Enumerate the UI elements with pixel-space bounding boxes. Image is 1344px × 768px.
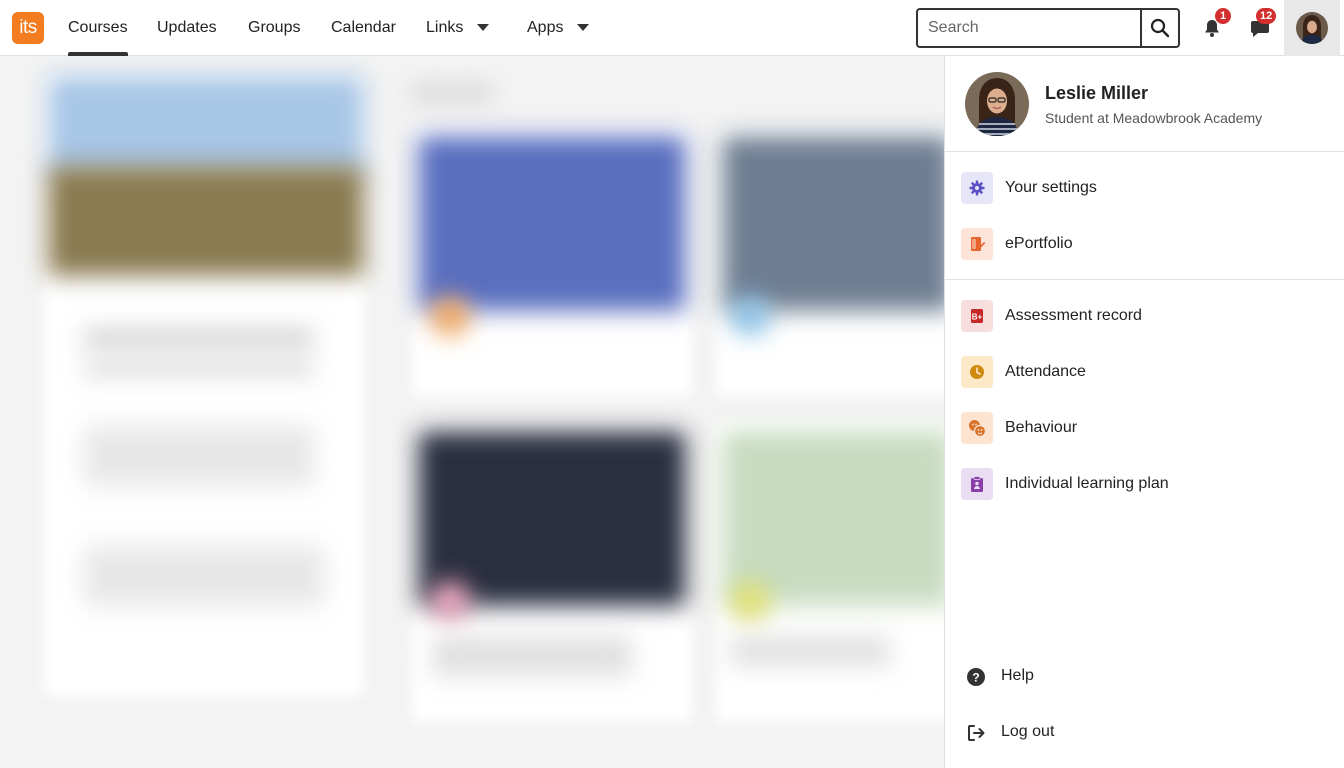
menu-label: Help xyxy=(1001,667,1034,684)
banner-sky xyxy=(48,76,364,176)
menu-item-behaviour[interactable]: Behaviour xyxy=(945,400,1344,456)
sidebar-text-line xyxy=(84,331,314,345)
profile-avatar xyxy=(965,72,1029,136)
menu-label: ePortfolio xyxy=(1005,235,1073,252)
course-card-text xyxy=(730,636,890,666)
notifications-button[interactable]: 1 xyxy=(1192,8,1232,48)
menu-divider xyxy=(945,279,1344,280)
help-icon: ? xyxy=(965,666,987,688)
menu-item-help[interactable]: ? Help xyxy=(945,648,1344,704)
section-heading xyxy=(412,86,492,100)
menu-item-individual-learning-plan[interactable]: Individual learning plan xyxy=(945,456,1344,512)
menu-item-assessment-record[interactable]: B+ Assessment record xyxy=(945,288,1344,344)
profile-menu-panel: Leslie Miller Student at Meadowbrook Aca… xyxy=(944,56,1344,768)
course-card-image xyxy=(722,431,944,606)
sidebar-text-block xyxy=(84,546,324,606)
nav-links[interactable]: Links xyxy=(426,0,463,56)
portfolio-icon xyxy=(961,228,993,260)
gear-icon xyxy=(961,172,993,204)
search-input[interactable] xyxy=(918,10,1142,46)
course-card-image xyxy=(722,136,944,311)
nav-apps[interactable]: Apps xyxy=(527,0,563,56)
messages-count-badge: 12 xyxy=(1256,8,1277,24)
search-button[interactable] xyxy=(1140,10,1178,46)
behaviour-icon xyxy=(961,412,993,444)
apps-dropdown-icon[interactable] xyxy=(577,24,589,31)
profile-name: Leslie Miller xyxy=(1045,83,1149,103)
course-card-image xyxy=(418,136,686,311)
menu-item-your-settings[interactable]: Your settings xyxy=(945,160,1344,216)
top-navigation-bar: its Courses Updates Groups Calendar Link… xyxy=(0,0,1344,56)
user-avatar xyxy=(1296,12,1328,44)
menu-item-eportfolio[interactable]: ePortfolio xyxy=(945,216,1344,272)
course-card-text xyxy=(432,636,632,676)
course-card-avatar xyxy=(430,296,470,336)
menu-label: Log out xyxy=(1001,723,1055,740)
sidebar-text-line xyxy=(84,361,314,375)
messages-button[interactable]: 12 xyxy=(1240,8,1280,48)
banner-building xyxy=(48,166,364,276)
menu-label: Behaviour xyxy=(1005,419,1078,436)
nav-groups[interactable]: Groups xyxy=(248,0,300,56)
logout-icon xyxy=(965,722,987,744)
clock-icon xyxy=(961,356,993,388)
course-card-avatar xyxy=(730,296,770,336)
clipboard-icon xyxy=(961,468,993,500)
profile-menu-button[interactable] xyxy=(1284,0,1340,56)
menu-item-log-out[interactable]: Log out xyxy=(945,704,1344,760)
its-logo[interactable]: its xyxy=(12,12,44,44)
menu-label: Attendance xyxy=(1005,363,1086,380)
profile-header: Leslie Miller Student at Meadowbrook Aca… xyxy=(945,56,1344,152)
sidebar-text-block xyxy=(84,426,314,486)
nav-updates[interactable]: Updates xyxy=(157,0,217,56)
search-icon xyxy=(1150,18,1170,38)
nav-calendar[interactable]: Calendar xyxy=(331,0,396,56)
assessment-icon: B+ xyxy=(961,300,993,332)
search-box xyxy=(916,8,1180,48)
links-dropdown-icon[interactable] xyxy=(477,24,489,31)
menu-label: Individual learning plan xyxy=(1005,475,1169,492)
course-card-image xyxy=(418,431,686,606)
courses-background-blurred xyxy=(0,56,944,768)
menu-item-attendance[interactable]: Attendance xyxy=(945,344,1344,400)
course-card-avatar xyxy=(430,581,470,621)
svg-text:?: ? xyxy=(972,671,979,685)
menu-label: Assessment record xyxy=(1005,307,1142,324)
profile-role: Student at Meadowbrook Academy xyxy=(1045,110,1263,126)
menu-label: Your settings xyxy=(1005,179,1097,196)
svg-text:B+: B+ xyxy=(972,313,983,322)
nav-courses[interactable]: Courses xyxy=(68,0,128,56)
course-card-avatar xyxy=(730,581,770,621)
notifications-count-badge: 1 xyxy=(1215,8,1231,24)
